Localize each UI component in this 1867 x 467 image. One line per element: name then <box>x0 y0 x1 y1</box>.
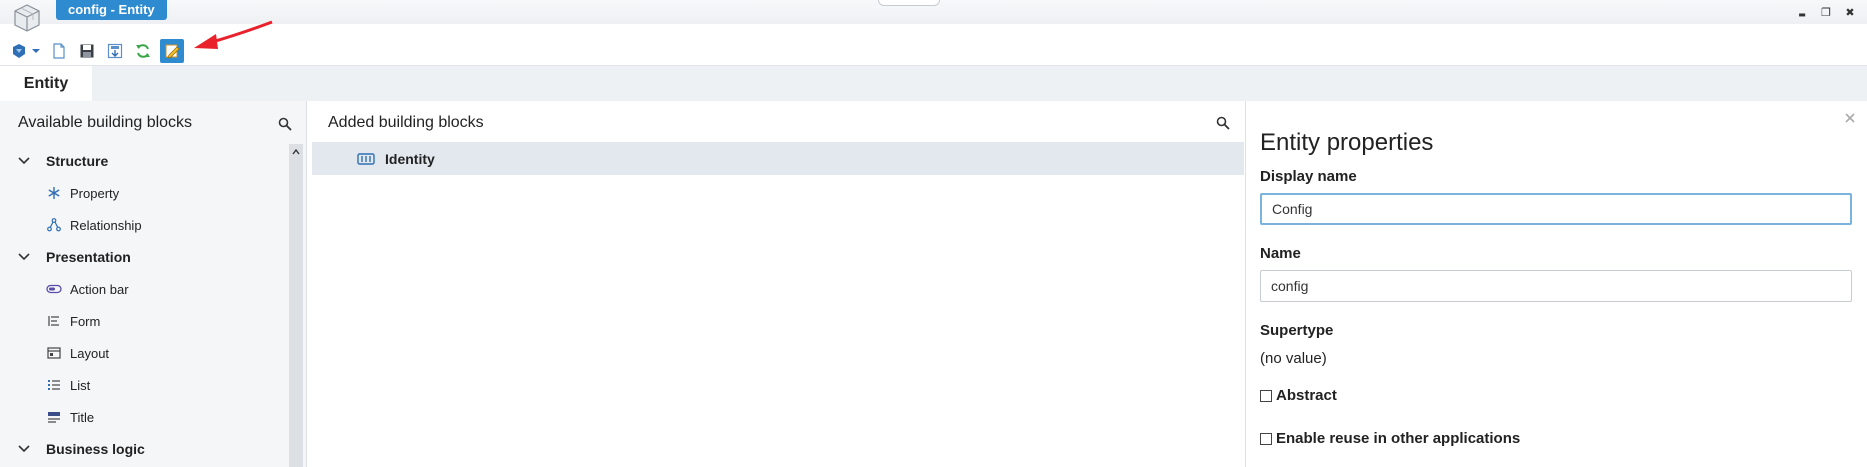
edit-button[interactable] <box>160 39 184 63</box>
block-label: Title <box>70 409 95 425</box>
group-business-logic[interactable]: Business logic <box>0 433 288 465</box>
layout-icon <box>47 347 61 359</box>
supertype-value[interactable]: (no value) <box>1260 350 1327 367</box>
name-label: Name <box>1260 245 1301 262</box>
available-blocks-title: Available building blocks <box>18 114 193 131</box>
window-controls: ▬ ❐ ✖ <box>1795 6 1857 20</box>
chevron-down-icon <box>18 157 30 165</box>
block-label: Layout <box>70 345 110 361</box>
block-action-bar[interactable]: Action bar <box>0 273 288 305</box>
block-property[interactable]: Property <box>0 177 288 209</box>
added-block-identity[interactable]: Identity <box>312 142 1244 175</box>
save-button[interactable] <box>76 40 98 62</box>
edit-icon <box>165 44 180 59</box>
title-icon <box>48 412 60 423</box>
building-blocks-tree: Structure Property Relationship Presenta… <box>0 145 288 465</box>
abstract-label: Abstract <box>1276 387 1337 404</box>
app-menu-icon <box>13 44 25 58</box>
entity-properties-panel: Entity properties Display name Name Supe… <box>1245 101 1867 467</box>
block-list[interactable]: List <box>0 369 288 401</box>
block-label: Property <box>70 185 120 201</box>
block-relationship[interactable]: Relationship <box>0 209 288 241</box>
module-tab-strip: Entity <box>0 65 1867 102</box>
block-layout[interactable]: Layout <box>0 337 288 369</box>
reuse-checkbox-row[interactable]: Enable reuse in other applications <box>1260 430 1520 447</box>
abstract-checkbox-row[interactable]: Abstract <box>1260 387 1337 404</box>
block-title[interactable]: Title <box>0 401 288 433</box>
added-blocks-title: Added building blocks <box>328 114 484 131</box>
group-structure[interactable]: Structure <box>0 145 288 177</box>
close-icon <box>1845 113 1855 123</box>
title-bar: config - Entity ▬ ❐ ✖ <box>0 0 1867 32</box>
entity-properties-title: Entity properties <box>1260 129 1434 156</box>
group-label: Business logic <box>46 441 145 457</box>
close-panel-button[interactable] <box>1845 111 1855 127</box>
save-all-icon <box>107 43 123 59</box>
action-bar-icon <box>46 284 62 294</box>
window-title: config - Entity <box>56 0 167 20</box>
app-logo-icon[interactable] <box>12 3 42 33</box>
top-grip-handle[interactable] <box>878 0 940 6</box>
annotation-arrow-icon <box>194 20 273 49</box>
form-icon <box>48 316 59 326</box>
save-all-button[interactable] <box>104 40 126 62</box>
relationship-icon <box>47 218 61 232</box>
block-label: Action bar <box>70 281 129 297</box>
left-panel-scrollbar[interactable] <box>289 144 303 467</box>
search-icon[interactable] <box>278 117 292 131</box>
refresh-button[interactable] <box>132 40 154 62</box>
chevron-down-icon <box>32 49 40 53</box>
block-label: List <box>70 377 91 393</box>
group-presentation[interactable]: Presentation <box>0 241 288 273</box>
tab-entity[interactable]: Entity <box>0 66 92 102</box>
reuse-checkbox[interactable] <box>1260 432 1272 445</box>
save-icon <box>80 44 94 58</box>
block-label: Form <box>70 313 101 329</box>
refresh-icon <box>136 44 150 58</box>
supertype-label: Supertype <box>1260 322 1334 339</box>
search-icon[interactable] <box>1216 116 1230 130</box>
available-blocks-panel: Available building blocks Structure Prop… <box>0 101 307 467</box>
chevron-down-icon <box>18 253 30 261</box>
app-menu-button[interactable] <box>8 40 30 62</box>
identity-icon <box>357 152 375 165</box>
abstract-checkbox[interactable] <box>1260 389 1272 402</box>
new-document-button[interactable] <box>48 40 70 62</box>
asterisk-icon <box>48 187 60 199</box>
close-window-button[interactable]: ✖ <box>1843 6 1857 20</box>
group-label: Presentation <box>46 249 131 265</box>
added-blocks-panel: Added building blocks Identity <box>312 101 1244 467</box>
chevron-down-icon <box>18 445 30 453</box>
block-form[interactable]: Form <box>0 305 288 337</box>
new-document-icon <box>53 43 65 59</box>
display-name-input[interactable] <box>1260 193 1852 225</box>
name-input[interactable] <box>1260 270 1852 302</box>
toolbar <box>0 38 190 64</box>
reuse-label: Enable reuse in other applications <box>1276 430 1521 447</box>
group-label: Structure <box>46 153 109 169</box>
chevron-up-icon[interactable] <box>292 148 300 156</box>
minimize-button[interactable]: ▬ <box>1795 6 1809 20</box>
added-block-label: Identity <box>385 150 435 167</box>
display-name-label: Display name <box>1260 168 1357 185</box>
block-label: Relationship <box>70 217 142 233</box>
list-icon <box>48 380 60 390</box>
app-menu-dropdown[interactable] <box>30 40 42 62</box>
restore-button[interactable]: ❐ <box>1819 6 1833 20</box>
